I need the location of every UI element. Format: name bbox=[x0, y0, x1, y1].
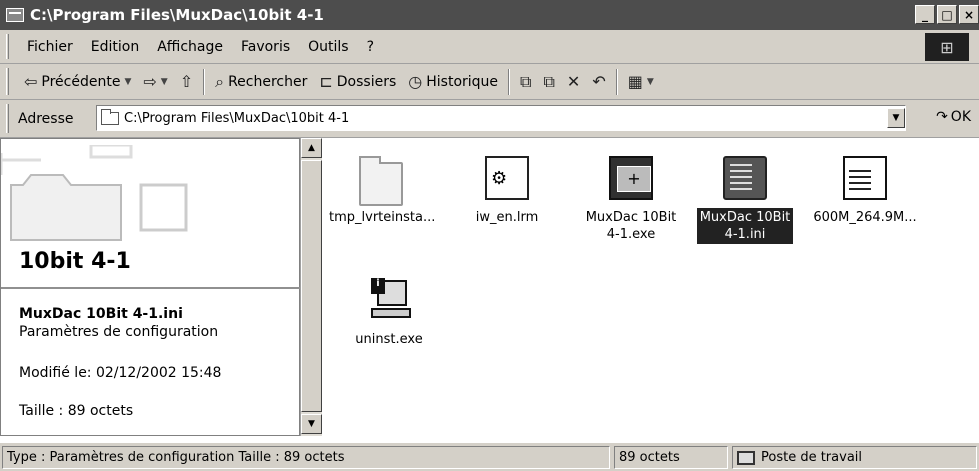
file-label: tmp_lvrteinsta... bbox=[329, 210, 436, 225]
toolbar-separator bbox=[203, 68, 206, 95]
notepad-icon bbox=[843, 156, 887, 200]
toolbar-separator bbox=[615, 68, 618, 95]
file-item-uninst-exe[interactable]: i uninst.exe bbox=[334, 278, 444, 349]
file-list: tmp_lvrteinsta... ⚙ iw_en.lrm + MuxDac 1… bbox=[322, 138, 979, 436]
go-button[interactable]: ↷ OK bbox=[936, 109, 971, 125]
toolbar-separator bbox=[508, 68, 511, 95]
menu-fichier[interactable]: Fichier bbox=[18, 39, 82, 55]
views-button[interactable]: ▦ ▼ bbox=[622, 68, 660, 96]
application-icon: + bbox=[609, 156, 653, 200]
menu-affichage[interactable]: Affichage bbox=[148, 39, 232, 55]
file-label: iw_en.lrm bbox=[475, 210, 539, 225]
move-to-icon: ⧉ bbox=[520, 71, 532, 91]
history-button[interactable]: ◷ Historique bbox=[402, 68, 504, 96]
minimize-button[interactable]: _ bbox=[915, 5, 935, 24]
menu-outils[interactable]: Outils bbox=[299, 39, 357, 55]
file-item-iw-en-lrm[interactable]: ⚙ iw_en.lrm bbox=[452, 156, 562, 227]
history-icon: ◷ bbox=[408, 72, 423, 91]
go-arrow-icon: ↷ bbox=[936, 109, 948, 125]
back-button[interactable]: ⇦ Précédente ▼ bbox=[18, 68, 137, 96]
history-label: Historique bbox=[426, 73, 499, 90]
forward-dropdown-icon[interactable]: ▼ bbox=[161, 77, 168, 87]
undo-button[interactable]: ↶ bbox=[586, 68, 611, 96]
menu-edition[interactable]: Edition bbox=[82, 39, 148, 55]
folder-icon bbox=[359, 156, 403, 206]
delete-button[interactable]: ✕ bbox=[561, 68, 586, 96]
address-value: C:\Program Files\MuxDac\10bit 4-1 bbox=[124, 110, 350, 126]
folder-watermark-icon bbox=[1, 145, 201, 245]
menu-help[interactable]: ? bbox=[358, 39, 383, 55]
config-file-icon bbox=[723, 156, 767, 200]
folders-button[interactable]: ⊏ Dossiers bbox=[313, 68, 402, 96]
move-to-button[interactable]: ⧉ bbox=[514, 68, 537, 96]
status-type-info: Type : Paramètres de configuration Taill… bbox=[2, 446, 610, 469]
file-item-tmp-lvrteinsta[interactable]: tmp_lvrteinsta... bbox=[326, 156, 436, 227]
menu-grip[interactable] bbox=[6, 34, 9, 59]
search-icon: ⌕ bbox=[215, 71, 225, 91]
undo-icon: ↶ bbox=[592, 72, 606, 91]
window-title: C:\Program Files\MuxDac\10bit 4-1 bbox=[30, 6, 324, 24]
windows-logo-icon: ⊞ bbox=[925, 33, 969, 61]
explorer-window-icon bbox=[6, 8, 24, 22]
search-button[interactable]: ⌕ Rechercher bbox=[209, 68, 313, 96]
toolbar-grip[interactable] bbox=[6, 68, 9, 95]
file-label: 600M_264.9M... bbox=[813, 210, 917, 225]
copy-to-button[interactable]: ⧉ bbox=[537, 68, 560, 96]
up-folder-icon: ⇧ bbox=[179, 72, 194, 91]
file-label: MuxDac 10Bit 4-1.exe bbox=[585, 210, 677, 242]
selected-file-info: MuxDac 10Bit 4-1.ini Paramètres de confi… bbox=[19, 305, 218, 341]
forward-arrow-icon: ⇨ bbox=[143, 72, 157, 91]
address-grip[interactable] bbox=[6, 104, 9, 133]
menu-favoris[interactable]: Favoris bbox=[232, 39, 299, 55]
address-dropdown-button[interactable]: ▼ bbox=[887, 108, 905, 128]
scroll-up-button[interactable]: ▲ bbox=[301, 138, 322, 158]
maximize-button[interactable]: □ bbox=[937, 5, 957, 24]
details-divider bbox=[1, 287, 301, 289]
folders-icon: ⊏ bbox=[319, 72, 333, 91]
back-label: Précédente bbox=[41, 73, 121, 90]
address-label: Adresse bbox=[18, 110, 74, 127]
status-zone: Poste de travail bbox=[732, 446, 977, 469]
folder-banner: 10bit 4-1 bbox=[1, 139, 301, 289]
file-label: MuxDac 10Bit 4-1.ini bbox=[696, 208, 794, 244]
close-button[interactable]: × bbox=[959, 5, 979, 24]
selected-file-name: MuxDac 10Bit 4-1.ini bbox=[19, 306, 183, 322]
scroll-thumb[interactable] bbox=[301, 160, 322, 412]
file-item-muxdac-ini[interactable]: MuxDac 10Bit 4-1.ini bbox=[690, 156, 800, 244]
copy-to-icon: ⧉ bbox=[543, 71, 555, 91]
forward-button[interactable]: ⇨ ▼ bbox=[137, 68, 173, 96]
file-item-muxdac-exe[interactable]: + MuxDac 10Bit 4-1.exe bbox=[576, 156, 686, 244]
document-icon: ⚙ bbox=[485, 156, 529, 200]
address-bar: Adresse C:\Program Files\MuxDac\10bit 4-… bbox=[0, 100, 979, 138]
views-icon: ▦ bbox=[627, 72, 643, 91]
computer-icon bbox=[737, 450, 755, 465]
selected-file-size: Taille : 89 octets bbox=[19, 403, 134, 419]
delete-icon: ✕ bbox=[566, 72, 581, 91]
title-bar[interactable]: C:\Program Files\MuxDac\10bit 4-1 _ □ × bbox=[0, 0, 979, 30]
search-label: Rechercher bbox=[228, 73, 308, 90]
file-label: uninst.exe bbox=[355, 332, 423, 347]
selected-file-modified: Modifié le: 02/12/2002 15:48 bbox=[19, 365, 222, 381]
standard-toolbar: ⇦ Précédente ▼ ⇨ ▼ ⇧ ⌕ Rechercher ⊏ Doss… bbox=[0, 64, 979, 100]
back-dropdown-icon[interactable]: ▼ bbox=[124, 77, 131, 87]
views-dropdown-icon[interactable]: ▼ bbox=[647, 77, 654, 87]
go-label: OK bbox=[950, 109, 971, 125]
up-folder-button[interactable]: ⇧ bbox=[174, 68, 199, 96]
folder-icon bbox=[101, 108, 119, 125]
folder-title: 10bit 4-1 bbox=[19, 249, 131, 274]
status-zone-label: Poste de travail bbox=[761, 450, 863, 465]
details-pane: 10bit 4-1 MuxDac 10Bit 4-1.ini Paramètre… bbox=[0, 138, 301, 436]
installer-icon: i bbox=[367, 278, 411, 322]
vertical-scrollbar[interactable]: ▲ ▼ bbox=[300, 138, 322, 436]
address-input[interactable]: C:\Program Files\MuxDac\10bit 4-1 ▼ bbox=[96, 105, 906, 131]
back-arrow-icon: ⇦ bbox=[24, 72, 38, 91]
menu-bar: Fichier Edition Affichage Favoris Outils… bbox=[0, 30, 979, 64]
scroll-down-button[interactable]: ▼ bbox=[301, 414, 322, 434]
selected-file-type: Paramètres de configuration bbox=[19, 324, 219, 340]
status-size: 89 octets bbox=[614, 446, 728, 469]
file-item-600m[interactable]: 600M_264.9M... bbox=[810, 156, 920, 227]
status-bar: Type : Paramètres de configuration Taill… bbox=[0, 442, 979, 471]
folders-label: Dossiers bbox=[336, 73, 397, 90]
